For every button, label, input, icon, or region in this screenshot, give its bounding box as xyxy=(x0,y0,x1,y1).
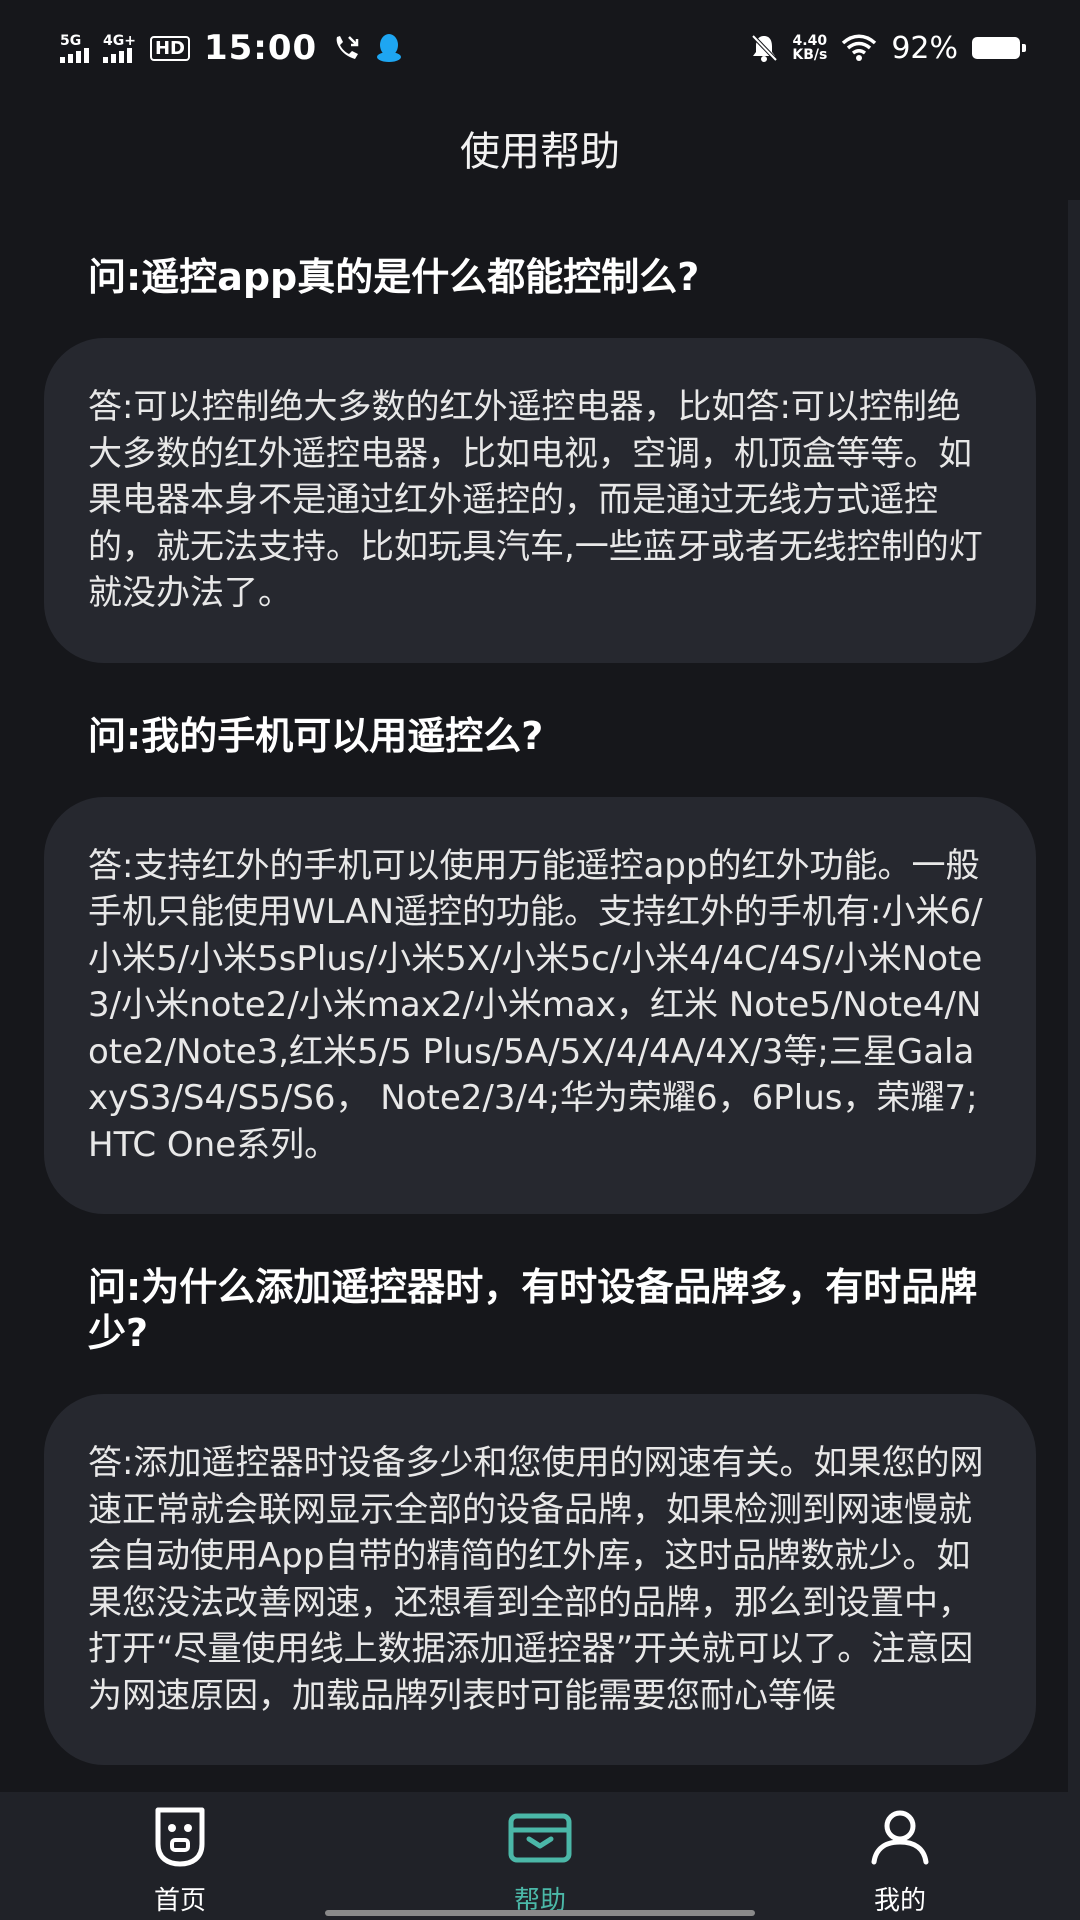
network-speed: 4.40 KB/s xyxy=(792,34,827,62)
faq-question: 问:遥控app真的是什么都能控制么? xyxy=(88,255,700,299)
wallet-icon xyxy=(507,1806,573,1872)
faq-item: 问:为什么添加遥控器时，有时设备品牌多，有时品牌少? 答:添加遥控器时设备多少和… xyxy=(0,1264,1080,1765)
battery-percent: 92% xyxy=(891,30,958,66)
faq-item: 问:遥控app真的是什么都能控制么? 答:可以控制绝大多数的红外遥控电器，比如答… xyxy=(0,254,1080,663)
clock: 15:00 xyxy=(203,28,318,68)
status-right: 4.40 KB/s 92% xyxy=(750,30,1026,66)
faq-answer-card: 答:添加遥控器时设备多少和您使用的网速有关。如果您的网速正常就会联网显示全部的设… xyxy=(44,1394,1036,1765)
faq-list[interactable]: 问:遥控app真的是什么都能控制么? 答:可以控制绝大多数的红外遥控电器，比如答… xyxy=(0,200,1080,1792)
bell-off-icon xyxy=(750,33,778,63)
tab-home[interactable]: 首页 xyxy=(0,1792,360,1920)
missed-call-icon xyxy=(331,33,361,63)
speed-value: 4.40 xyxy=(792,33,828,49)
tab-mine[interactable]: 我的 xyxy=(720,1792,1080,1920)
home-indicator[interactable] xyxy=(325,1910,755,1916)
hd-voice-badge: HD xyxy=(149,35,190,61)
wifi-icon xyxy=(841,34,877,62)
faq-answer-card: 答:可以控制绝大多数的红外遥控电器，比如答:可以控制绝大多数的红外遥控电器，比如… xyxy=(44,338,1036,663)
tab-mine-label: 我的 xyxy=(873,1886,926,1916)
page-title: 使用帮助 xyxy=(460,129,620,175)
speed-unit: KB/s xyxy=(792,47,828,63)
tab-home-label: 首页 xyxy=(153,1886,206,1916)
remote-face-icon xyxy=(150,1806,210,1872)
qq-icon xyxy=(375,33,403,63)
battery-icon xyxy=(972,37,1026,59)
signal-bars-icon xyxy=(60,47,89,63)
sim2-label: 4G+ xyxy=(103,32,136,49)
status-left: 5G 4G+ HD 15:00 xyxy=(60,28,403,68)
tab-help[interactable]: 帮助 xyxy=(360,1792,720,1920)
sim2-signal: 4G+ xyxy=(103,34,136,63)
status-bar: 5G 4G+ HD 15:00 4.40 KB/s 92% xyxy=(0,0,1080,96)
faq-question: 问:我的手机可以用遥控么? xyxy=(88,713,544,758)
faq-answer-card: 答:支持红外的手机可以使用万能遥控app的红外功能。一般手机只能使用WLAN遥控… xyxy=(44,796,1036,1214)
faq-item: 问:我的手机可以用遥控么? 答:支持红外的手机可以使用万能遥控app的红外功能。… xyxy=(0,713,1080,1214)
signal-bars-icon xyxy=(103,47,132,63)
sim1-label: 5G xyxy=(60,32,82,49)
faq-question: 问:为什么添加遥控器时，有时设备品牌多，有时品牌少? xyxy=(88,1265,978,1355)
scrollbar-track[interactable] xyxy=(1068,200,1080,1792)
bottom-tab-bar: 首页 帮助 我的 xyxy=(0,1792,1080,1920)
person-icon xyxy=(868,1806,932,1872)
sim1-signal: 5G xyxy=(60,34,89,63)
page-header: 使用帮助 xyxy=(0,96,1080,200)
